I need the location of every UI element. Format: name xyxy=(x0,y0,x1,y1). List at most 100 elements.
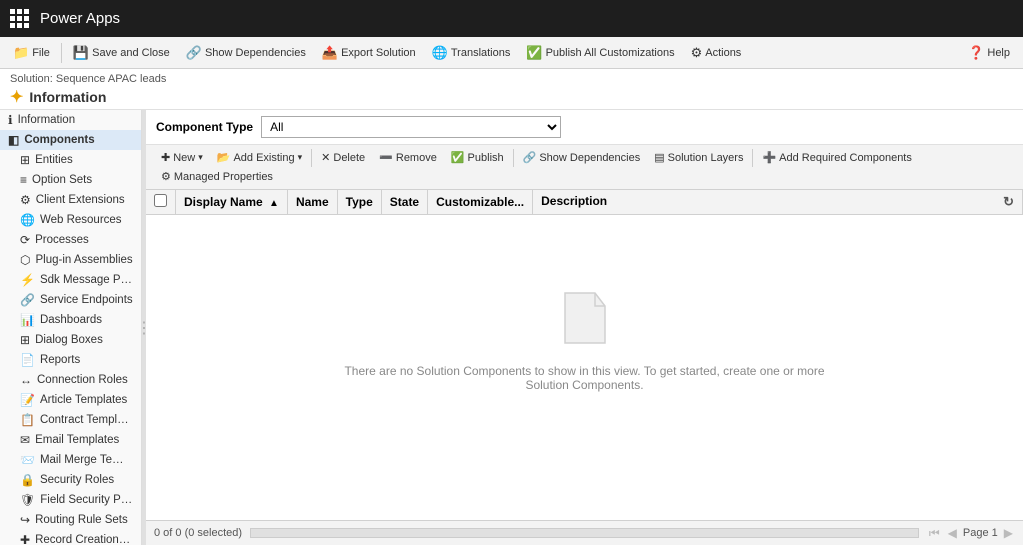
sidebar-icon-record-creation: ✚ xyxy=(20,533,30,545)
sidebar-label-article-templates: Article Templates xyxy=(40,394,127,406)
toolbar-sep-1 xyxy=(61,43,62,63)
sidebar-item-service-endpoints[interactable]: 🔗Service Endpoints xyxy=(0,290,141,310)
sidebar-label-plug-in-assemblies: Plug-in Assemblies xyxy=(35,254,132,266)
sidebar-item-sdk-message[interactable]: ⚡Sdk Message Processi... xyxy=(0,270,141,290)
actions-button[interactable]: ⚙ Actions xyxy=(684,42,749,64)
sidebar-icon-reports: 📄 xyxy=(20,353,35,367)
solution-header: Solution: Sequence APAC leads ✦ Informat… xyxy=(0,69,1023,110)
sidebar-item-dashboards[interactable]: 📊Dashboards xyxy=(0,310,141,330)
sidebar-item-dialog-boxes[interactable]: ⊞Dialog Boxes xyxy=(0,330,141,350)
sidebar-item-components[interactable]: ◧Components xyxy=(0,130,141,150)
prev-page-button[interactable]: ◀ xyxy=(946,526,959,540)
dependencies-icon: 🔗 xyxy=(186,45,202,61)
next-page-button[interactable]: ▶ xyxy=(1002,526,1015,540)
show-dependencies-toolbar-button[interactable]: 🔗 Show Dependencies xyxy=(179,42,313,64)
components-table: Display Name ▲ Name Type State xyxy=(146,190,1023,215)
actions-icon: ⚙ xyxy=(691,45,703,61)
col-name-label: Name xyxy=(296,195,329,209)
sidebar-item-security-roles[interactable]: 🔒Security Roles xyxy=(0,470,141,490)
add-existing-icon: 📂 xyxy=(217,151,231,164)
sidebar-item-mail-merge[interactable]: 📨Mail Merge Templates xyxy=(0,450,141,470)
col-display-name-label: Display Name xyxy=(184,195,263,209)
export-solution-button[interactable]: 📤 Export Solution xyxy=(315,42,423,64)
publish-all-button[interactable]: ✅ Publish All Customizations xyxy=(519,42,681,64)
sidebar-item-record-creation[interactable]: ✚ Record Creation and U... xyxy=(0,530,141,545)
th-display-name[interactable]: Display Name ▲ xyxy=(176,190,288,215)
solution-layers-button[interactable]: ▤ Solution Layers xyxy=(647,148,750,167)
th-type[interactable]: Type xyxy=(337,190,381,215)
sidebar-item-email-templates[interactable]: ✉ Email Templates xyxy=(0,430,141,450)
component-type-select[interactable]: AllEntitiesOption SetsClient ExtensionsW… xyxy=(261,116,561,138)
remove-icon: ➖ xyxy=(379,151,393,164)
remove-button[interactable]: ➖ Remove xyxy=(372,148,444,167)
sidebar-item-entities[interactable]: ⊞Entities xyxy=(0,150,141,170)
sidebar-item-plug-in-assemblies[interactable]: ⬡Plug-in Assemblies xyxy=(0,250,141,270)
sidebar: ℹ Information ◧Components⊞Entities≡Option … xyxy=(0,110,142,545)
sidebar-icon-security-roles: 🔒 xyxy=(20,473,35,487)
sidebar-item-option-sets[interactable]: ≡Option Sets xyxy=(0,170,141,190)
col-customizable-label: Customizable... xyxy=(436,195,524,209)
sidebar-item-connection-roles[interactable]: ↔Connection Roles xyxy=(0,370,141,390)
app-title: Power Apps xyxy=(40,10,120,27)
select-all-checkbox[interactable] xyxy=(154,194,167,207)
sidebar-item-reports[interactable]: 📄 Reports xyxy=(0,350,141,370)
managed-properties-button[interactable]: ⚙ Managed Properties xyxy=(154,167,280,186)
sidebar-icon-dashboards: 📊 xyxy=(20,313,35,327)
sidebar-label-record-creation: Record Creation and U... xyxy=(35,534,133,545)
delete-button[interactable]: ✕ Delete xyxy=(314,148,372,167)
publish-icon: ✅ xyxy=(526,45,542,61)
th-name[interactable]: Name xyxy=(287,190,337,215)
add-required-button[interactable]: ➕ Add Required Components xyxy=(755,148,918,167)
publish-icon: ✅ xyxy=(451,151,465,164)
sidebar-item-web-resources[interactable]: 🌐Web Resources xyxy=(0,210,141,230)
sidebar-icon-processes: ⟳ xyxy=(20,233,30,247)
waffle-icon[interactable] xyxy=(10,9,30,29)
solution-title-row: ✦ Information xyxy=(10,87,1013,107)
th-checkbox xyxy=(146,190,176,215)
new-button[interactable]: ✚ New xyxy=(154,148,210,167)
col-state-label: State xyxy=(390,195,419,209)
main-toolbar: 📁 File 💾 Save and Close 🔗 Show Dependenc… xyxy=(0,37,1023,69)
action-sep-3 xyxy=(752,149,753,167)
record-count: 0 of 0 (0 selected) xyxy=(154,527,242,539)
publish-button[interactable]: ✅ Publish xyxy=(444,148,511,167)
component-type-bar: Component Type AllEntitiesOption SetsCli… xyxy=(146,110,1023,145)
sidebar-icon-client-extensions: ⚙ xyxy=(20,193,31,207)
main-area: ℹ Information ◧Components⊞Entities≡Option … xyxy=(0,110,1023,545)
sidebar-label-information: Information xyxy=(18,114,76,126)
th-state[interactable]: State xyxy=(381,190,427,215)
new-icon: ✚ xyxy=(161,151,170,164)
sidebar-label-reports: Reports xyxy=(40,354,80,366)
delete-icon: ✕ xyxy=(321,151,330,164)
sidebar-item-information[interactable]: ℹ Information xyxy=(0,110,141,130)
horizontal-scrollbar[interactable] xyxy=(250,528,919,538)
sidebar-item-article-templates[interactable]: 📝 Article Templates xyxy=(0,390,141,410)
th-customizable[interactable]: Customizable... xyxy=(428,190,533,215)
first-page-button[interactable]: ⏮ xyxy=(927,526,942,541)
sidebar-icon-email-templates: ✉ xyxy=(20,433,30,447)
col-type-label: Type xyxy=(346,195,373,209)
file-button[interactable]: 📁 File xyxy=(6,42,57,64)
sidebar-label-email-templates: Email Templates xyxy=(35,434,119,446)
sidebar-label-routing-rules: Routing Rule Sets xyxy=(35,514,128,526)
th-description[interactable]: Description ↻ xyxy=(533,190,1023,215)
sidebar-item-processes[interactable]: ⟳Processes xyxy=(0,230,141,250)
solution-star-icon: ✦ xyxy=(10,87,23,107)
sidebar-icon-article-templates: 📝 xyxy=(20,393,35,407)
show-dependencies-button[interactable]: 🔗 Show Dependencies xyxy=(516,148,648,167)
page-label: Page 1 xyxy=(963,527,998,539)
sidebar-item-contract-templates[interactable]: 📋Contract Templates xyxy=(0,410,141,430)
add-existing-button[interactable]: 📂 Add Existing xyxy=(210,148,309,167)
translations-button[interactable]: 🌐 Translations xyxy=(425,42,518,64)
content-panel: Component Type AllEntitiesOption SetsCli… xyxy=(146,110,1023,545)
sidebar-item-field-security[interactable]: 🛡Field Security Profiles xyxy=(0,490,141,510)
sidebar-icon-sdk-message: ⚡ xyxy=(20,273,35,287)
help-button[interactable]: ❓ Help xyxy=(961,42,1017,64)
show-dep-icon: 🔗 xyxy=(523,151,537,164)
sidebar-icon-information: ℹ xyxy=(8,113,13,127)
save-close-button[interactable]: 💾 Save and Close xyxy=(66,42,177,64)
refresh-button[interactable]: ↻ xyxy=(1003,194,1014,210)
col-description-label: Description xyxy=(541,194,607,208)
sidebar-item-client-extensions[interactable]: ⚙Client Extensions xyxy=(0,190,141,210)
sidebar-item-routing-rules[interactable]: ↪Routing Rule Sets xyxy=(0,510,141,530)
